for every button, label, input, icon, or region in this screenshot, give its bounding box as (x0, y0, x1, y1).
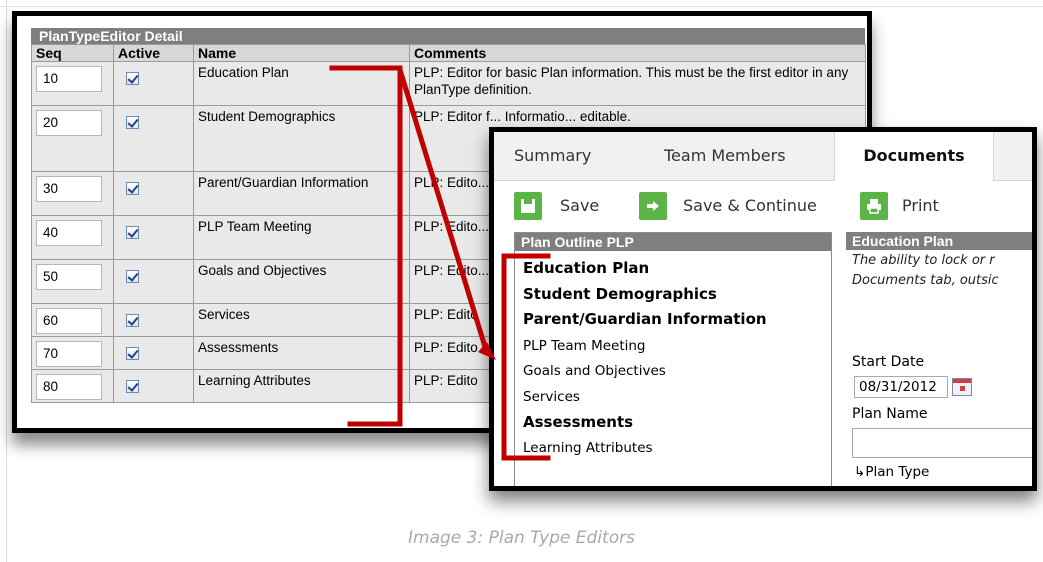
print-button[interactable]: Print (860, 192, 950, 220)
plan-outline-title: Plan Outline PLP (515, 233, 831, 251)
outline-item[interactable]: Learning Attributes (523, 439, 653, 457)
seq-input[interactable]: 10 (36, 66, 102, 92)
active-checkbox[interactable] (126, 72, 139, 85)
start-date-label: Start Date (852, 354, 925, 370)
seq-input[interactable]: 80 (36, 374, 102, 400)
active-cell (113, 105, 194, 172)
save-icon (514, 192, 542, 220)
active-checkbox[interactable] (126, 116, 139, 129)
active-cell (113, 369, 194, 403)
save-continue-label: Save & Continue (683, 196, 817, 215)
active-checkbox[interactable] (126, 314, 139, 327)
seq-input[interactable]: 20 (36, 110, 102, 136)
page-border-left (6, 0, 7, 562)
save-button[interactable]: Save (514, 192, 614, 220)
active-cell (113, 259, 194, 304)
seq-input[interactable]: 60 (36, 308, 102, 334)
save-label: Save (560, 196, 600, 215)
seq-cell: 10 (31, 61, 114, 106)
outline-item[interactable]: Parent/Guardian Information (523, 310, 767, 328)
seq-input[interactable]: 30 (36, 176, 102, 202)
editor-comments: PLP: Editor for basic Plan information. … (409, 61, 866, 106)
seq-cell: 80 (31, 369, 114, 403)
outline-item[interactable]: Services (523, 388, 580, 406)
editor-name: Services (193, 303, 410, 337)
detail-description-line-2: Documents tab, outsic (852, 273, 999, 288)
seq-cell: 30 (31, 171, 114, 216)
editor-name: PLP Team Meeting (193, 215, 410, 260)
plan-outline: Plan Outline PLP Education Plan Student D… (514, 232, 832, 486)
editor-name: Learning Attributes (193, 369, 410, 403)
col-header-seq: Seq (31, 44, 114, 62)
detail-title: Education Plan (846, 232, 1032, 250)
col-header-name: Name (193, 44, 410, 62)
col-header-comments: Comments (409, 44, 866, 62)
seq-cell: 50 (31, 259, 114, 304)
table-header-row: Seq Active Name Comments (31, 44, 866, 62)
detail-description-line-1: The ability to lock or r (852, 253, 995, 268)
corner-arrow-icon: ↳ (854, 464, 866, 480)
active-checkbox[interactable] (126, 226, 139, 239)
editor-name: Assessments (193, 336, 410, 370)
seq-cell: 70 (31, 336, 114, 370)
image-caption: Image 3: Plan Type Editors (408, 528, 635, 548)
active-checkbox[interactable] (126, 380, 139, 393)
start-date-field[interactable]: 08/31/2012 (854, 376, 948, 398)
editor-name: Parent/Guardian Information (193, 171, 410, 216)
tab-summary[interactable]: Summary (514, 132, 591, 180)
seq-input[interactable]: 40 (36, 220, 102, 246)
active-cell (113, 171, 194, 216)
seq-input[interactable]: 50 (36, 264, 102, 290)
printer-icon (860, 192, 888, 220)
outline-item[interactable]: PLP Team Meeting (523, 337, 646, 355)
editor-name: Student Demographics (193, 105, 410, 172)
panel-title: PlanTypeEditor Detail (31, 28, 865, 44)
calendar-icon[interactable] (952, 378, 972, 396)
outline-item[interactable]: Education Plan (523, 259, 649, 277)
tab-team-members[interactable]: Team Members (664, 132, 786, 180)
documents-panel: Summary Team Members Documents Save Save… (489, 127, 1037, 491)
outline-item[interactable]: Student Demographics (523, 285, 717, 303)
plan-name-field[interactable] (852, 428, 1032, 458)
active-checkbox[interactable] (126, 182, 139, 195)
tab-bar: Summary Team Members Documents (494, 132, 1032, 181)
outline-item[interactable]: Assessments (523, 413, 633, 431)
active-cell (113, 303, 194, 337)
active-checkbox[interactable] (126, 270, 139, 283)
seq-cell: 60 (31, 303, 114, 337)
active-cell (113, 61, 194, 106)
seq-cell: 40 (31, 215, 114, 260)
table-row: 10 Education Plan PLP: Editor for basic Pl… (31, 61, 866, 106)
col-header-active: Active (113, 44, 194, 62)
plan-name-label: Plan Name (852, 406, 928, 422)
active-cell (113, 336, 194, 370)
seq-cell: 20 (31, 105, 114, 172)
page-border-top (0, 6, 1043, 7)
active-cell (113, 215, 194, 260)
print-label: Print (902, 196, 939, 215)
education-plan-detail: Education Plan The ability to lock or r … (846, 232, 1032, 486)
editor-name: Goals and Objectives (193, 259, 410, 304)
save-continue-button[interactable]: Save & Continue (639, 192, 839, 220)
arrow-right-icon (639, 192, 667, 220)
outline-item[interactable]: Goals and Objectives (523, 362, 666, 380)
tab-documents[interactable]: Documents (834, 132, 994, 181)
seq-input[interactable]: 70 (36, 341, 102, 367)
active-checkbox[interactable] (126, 347, 139, 360)
editor-name: Education Plan (193, 61, 410, 106)
plan-type-label: ↳Plan Type (854, 464, 930, 480)
